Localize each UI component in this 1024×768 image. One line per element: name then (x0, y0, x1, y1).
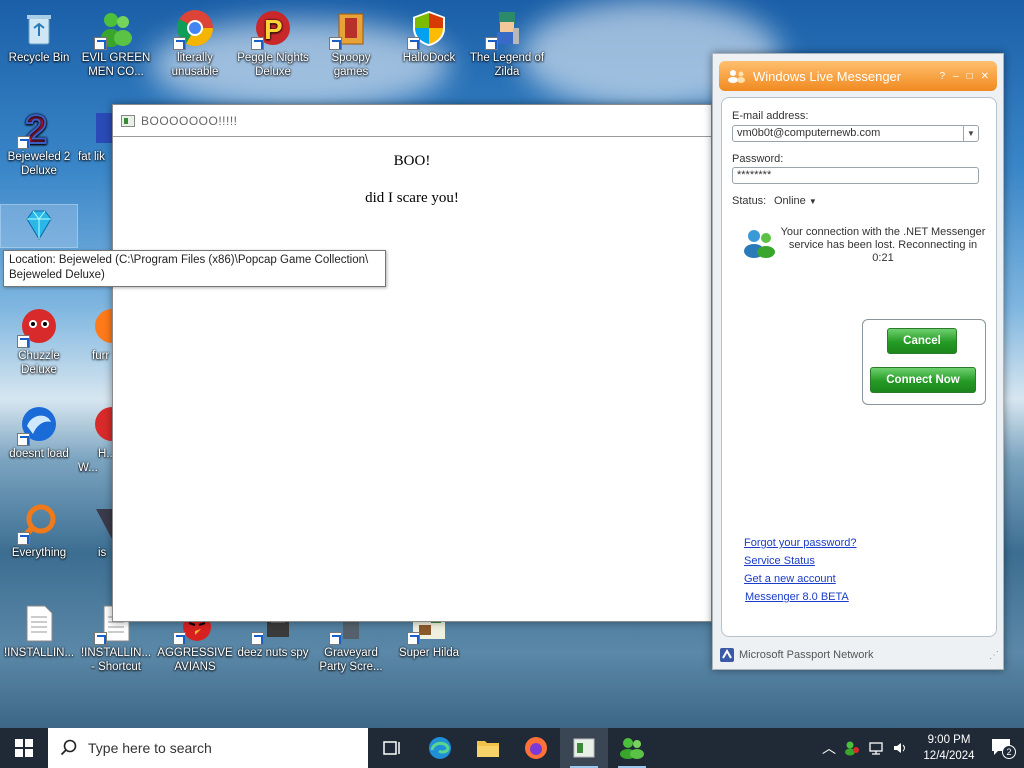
edge-icon (429, 737, 451, 759)
chevron-up-icon[interactable]: ︿ (822, 738, 836, 758)
messenger-logo-icon (728, 70, 745, 83)
taskbar-file-explorer-button[interactable] (464, 728, 512, 768)
connect-now-button[interactable]: Connect Now (870, 367, 976, 393)
clock-date: 12/4/2024 (923, 750, 975, 762)
messenger-beta-link[interactable]: Messenger 8.0 BETA (745, 591, 849, 603)
password-label: Password: (732, 153, 784, 165)
notification-center-button[interactable]: 2 (990, 737, 1016, 759)
boo-window[interactable]: BOOOOOOO!!!!! BOO! did I scare you! (112, 104, 712, 622)
task-view-button[interactable] (368, 728, 416, 768)
minimize-icon[interactable]: – (953, 71, 959, 82)
task-view-icon (383, 741, 400, 755)
system-tray: ︿ 9:00 PM 12/4/2024 2 (822, 732, 1024, 764)
network-icon[interactable] (868, 740, 884, 756)
messenger-signin-panel: E-mail address: vm0b0t@computernewb.com … (721, 97, 997, 637)
boo-window-titlebar[interactable]: BOOOOOOO!!!!! (113, 105, 711, 137)
resize-grip-icon[interactable]: ⋰ (989, 650, 999, 661)
maximize-icon[interactable]: □ (967, 71, 973, 82)
taskbar-search-box[interactable]: Type here to search (48, 728, 368, 768)
taskbar-messenger-button[interactable] (608, 728, 656, 768)
taskbar-edge-button[interactable] (416, 728, 464, 768)
boo-window-content: BOO! did I scare you! (113, 153, 711, 207)
desktop-icon-thunderbird[interactable]: doesnt load (1, 404, 77, 461)
window-app-icon (121, 114, 135, 127)
clock-time: 9:00 PM (927, 734, 971, 746)
connection-lost-message: Your connection with the .NET Messenger … (780, 226, 986, 264)
status-dropdown[interactable]: Online ▼ (774, 195, 817, 207)
messenger-footer: Microsoft Passport Network ⋰ (713, 641, 1003, 669)
taskbar-clock[interactable]: 9:00 PM 12/4/2024 (916, 732, 982, 764)
desktop-icon-recycle-bin[interactable]: Recycle Bin (1, 8, 77, 65)
desktop-icon-chuzzle[interactable]: Chuzzle Deluxe (1, 306, 77, 377)
messenger-buddy-icon (620, 738, 644, 759)
get-new-account-link[interactable]: Get a new account (744, 573, 836, 585)
service-status-link[interactable]: Service Status (744, 555, 815, 567)
forgot-password-link[interactable]: Forgot your password? (744, 537, 857, 549)
folder-icon (477, 741, 499, 757)
desktop-icon-chrome[interactable]: literally unusable (157, 8, 233, 79)
desktop-icon-hallodock[interactable]: HalloDock (391, 8, 467, 65)
email-field[interactable]: vm0b0t@computernewb.com ▼ (732, 125, 979, 142)
icon-location-tooltip: Location: Bejeweled (C:\Program Files (x… (3, 250, 386, 287)
desktop-icon-h-w[interactable]: H... W... (78, 404, 112, 475)
email-label: E-mail address: (732, 110, 809, 122)
desktop-icon-bejeweled-2[interactable]: 2 Bejeweled 2 Deluxe (1, 107, 77, 178)
volume-icon[interactable] (892, 740, 908, 756)
taskbar: Type here to search ︿ 9:00 PM 12/4/2024 … (0, 728, 1024, 768)
messenger-titlebar[interactable]: Windows Live Messenger ? – □ ✕ (719, 61, 997, 91)
windows-logo-icon (15, 739, 33, 757)
start-button[interactable] (0, 728, 48, 768)
messenger-window[interactable]: Windows Live Messenger ? – □ ✕ E-mail ad… (712, 53, 1004, 670)
messenger-title: Windows Live Messenger (753, 68, 902, 84)
tray-messenger-icon[interactable] (844, 740, 860, 756)
cancel-button[interactable]: Cancel (887, 328, 957, 354)
desktop-icon-is[interactable]: is (78, 503, 112, 560)
desktop-icon-everything[interactable]: Everything (1, 503, 77, 560)
firefox-icon (525, 737, 547, 759)
desktop-icon-evil-green-men[interactable]: EVIL GREEN MEN CO... (78, 8, 154, 79)
status-label: Status: (732, 195, 767, 207)
desktop-icon-furr[interactable]: furr (78, 306, 112, 363)
search-placeholder: Type here to search (88, 740, 212, 756)
boo-heading: BOO! (393, 153, 431, 169)
desktop-icon-peggle[interactable]: P Peggle Nights Deluxe (235, 8, 311, 79)
taskbar-boo-app-button[interactable] (560, 728, 608, 768)
desktop-icon-installin[interactable]: !INSTALLIN... (1, 603, 77, 660)
desktop-icon-legend-of-zilda[interactable]: The Legend of Zilda (469, 8, 545, 79)
boo-window-title: BOOOOOOO!!!!! (141, 113, 238, 128)
boo-message: did I scare you! (365, 190, 459, 206)
chevron-down-icon: ▼ (808, 197, 817, 206)
desktop-icon-fat-lik[interactable]: fat lik (78, 107, 112, 164)
search-icon (60, 739, 77, 756)
help-icon[interactable]: ? (939, 71, 945, 82)
desktop-icon-bejeweled-selected[interactable] (0, 204, 78, 248)
desktop-icon-spoopy-games[interactable]: Spoopy games (313, 8, 389, 79)
svg-text:P: P (264, 14, 283, 45)
messenger-buddy-icon (744, 230, 775, 258)
password-field[interactable]: ******** (732, 167, 979, 184)
taskbar-firefox-button[interactable] (512, 728, 560, 768)
notification-count-badge: 2 (1002, 745, 1016, 759)
window-app-icon (573, 738, 595, 758)
passport-icon (720, 648, 734, 662)
close-icon[interactable]: ✕ (981, 71, 989, 82)
chevron-down-icon[interactable]: ▼ (963, 126, 978, 141)
